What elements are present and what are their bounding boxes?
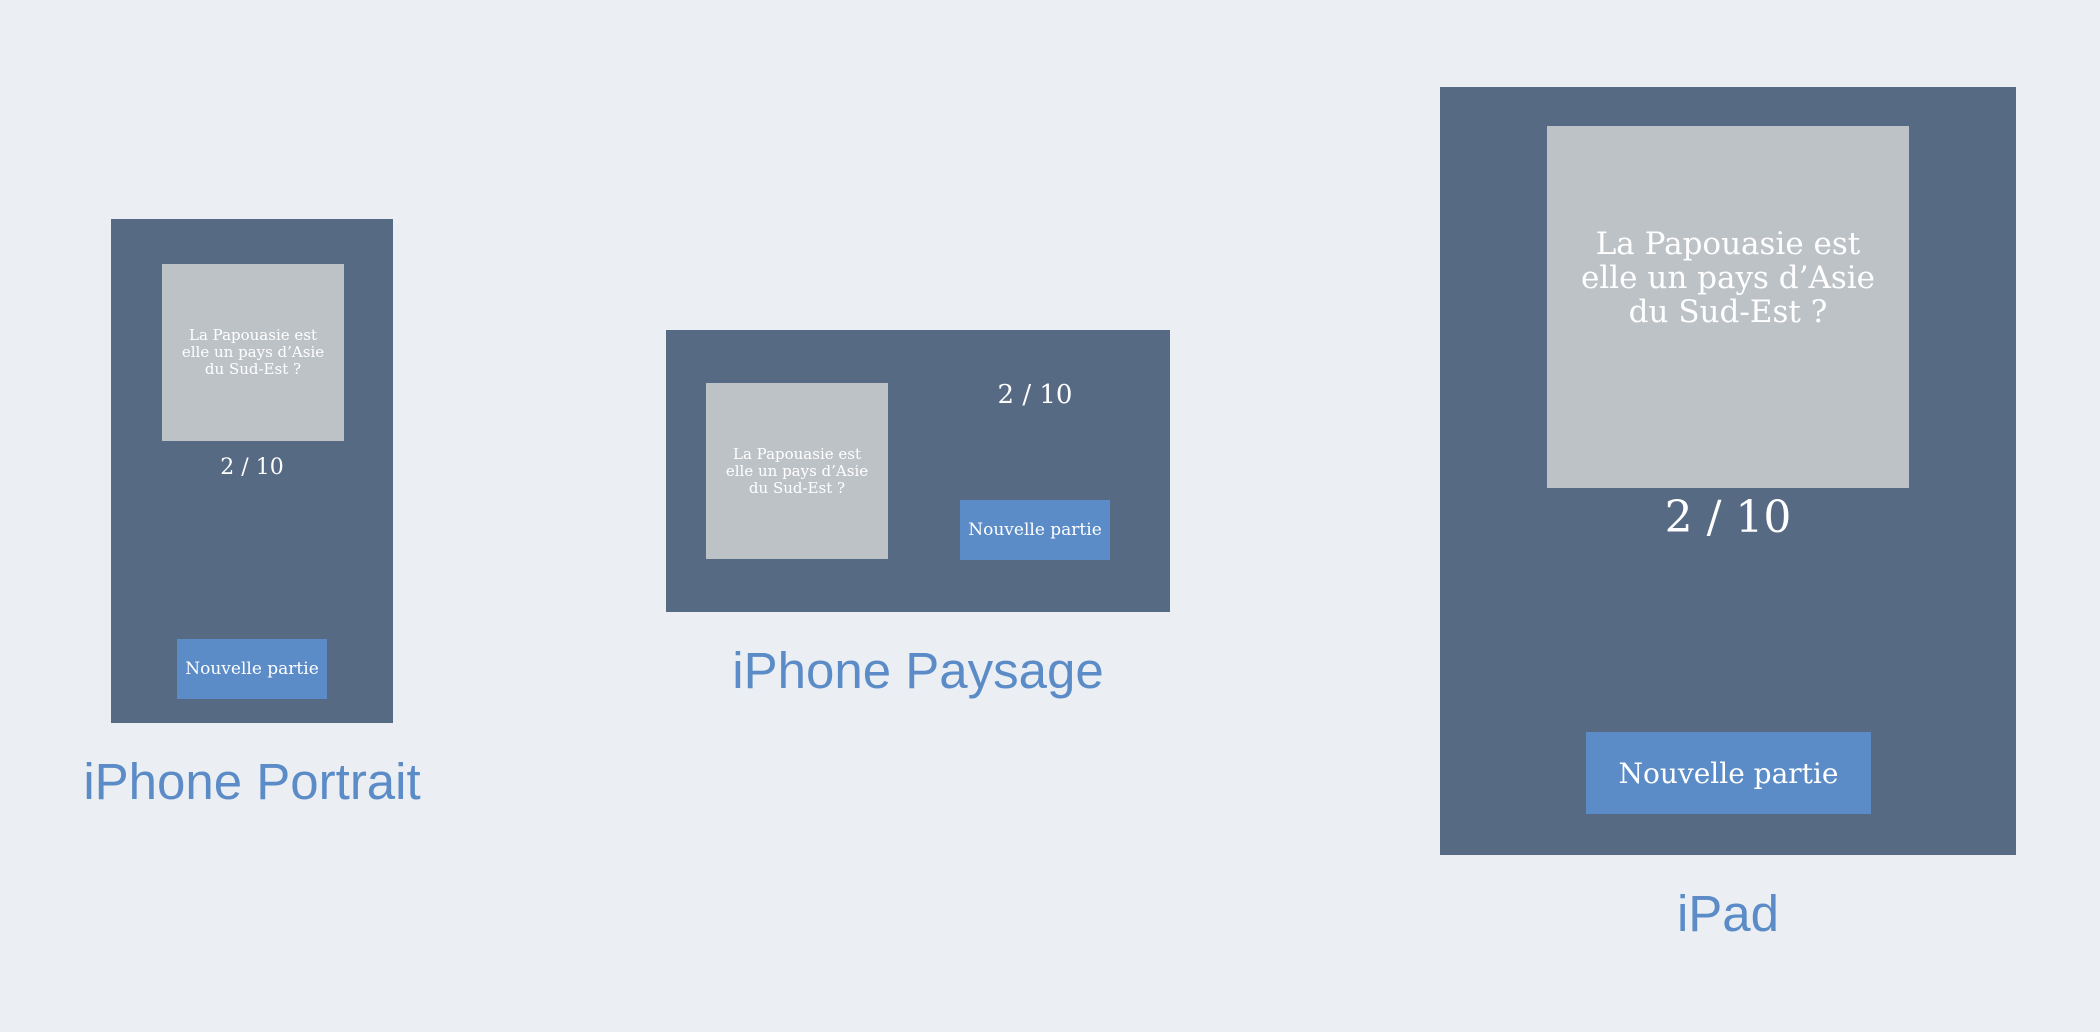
- new-game-button[interactable]: Nouvelle partie: [960, 500, 1110, 560]
- question-card[interactable]: La Papouasie est elle un pays d’Asie du …: [162, 264, 344, 441]
- question-text: La Papouasie est elle un pays d’Asie du …: [725, 444, 869, 497]
- question-card[interactable]: La Papouasie est elle un pays d’Asie du …: [1547, 126, 1909, 488]
- caption-iphone-portrait: iPhone Portrait: [83, 753, 421, 810]
- new-game-button[interactable]: Nouvelle partie: [177, 639, 327, 699]
- score-label: 2 / 10: [997, 380, 1073, 410]
- new-game-button[interactable]: Nouvelle partie: [1586, 732, 1871, 814]
- iphone-landscape-screen: La Papouasie est elle un pays d’Asie du …: [666, 330, 1170, 612]
- score-label: 2 / 10: [220, 455, 284, 480]
- question-text: La Papouasie est elle un pays d’Asie du …: [181, 326, 325, 378]
- caption-iphone-landscape: iPhone Paysage: [732, 642, 1104, 699]
- question-text: La Papouasie est elle un pays d’Asie du …: [1580, 226, 1875, 330]
- ipad-screen: La Papouasie est elle un pays d’Asie du …: [1440, 87, 2016, 855]
- iphone-portrait-screen: La Papouasie est elle un pays d’Asie du …: [111, 219, 393, 723]
- caption-ipad: iPad: [1676, 885, 1780, 942]
- score-label: 2 / 10: [1664, 492, 1792, 543]
- question-card[interactable]: La Papouasie est elle un pays d’Asie du …: [706, 383, 888, 559]
